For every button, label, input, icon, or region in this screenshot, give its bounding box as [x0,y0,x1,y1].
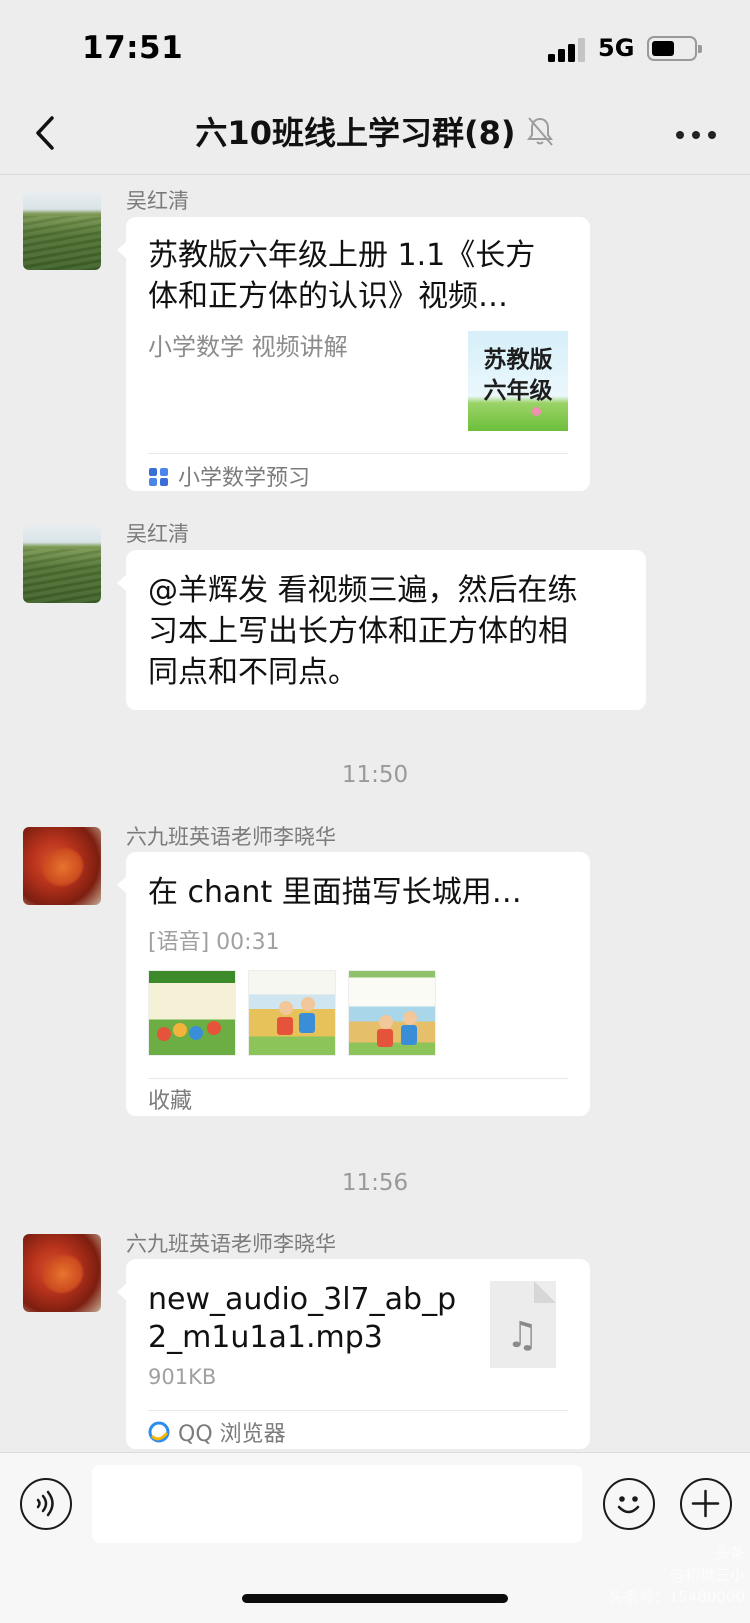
card-footer: 收藏 [148,1083,192,1115]
card-source: 小学数学预习 [148,460,310,492]
sender-name: 吴红清 [126,189,189,213]
mini-program-icon [149,468,168,486]
sender-name: 六九班英语老师李晓华 [126,825,336,849]
sender-name: 六九班英语老师李晓华 [126,1232,336,1256]
nav-title-wrap: 六10班线上学习群(8) [0,108,750,154]
avatar[interactable] [23,1234,101,1312]
textbook-image-3[interactable] [348,970,436,1056]
network-type: 5G [598,34,635,62]
audio-file-icon: ♫ [490,1281,556,1368]
watermark-line1: 头条 [714,1544,745,1562]
plus-icon [691,1489,720,1518]
qq-browser-icon [148,1421,170,1443]
message-text-line3: 同点和不同点。 [148,655,358,690]
voice-input-button[interactable] [20,1478,72,1530]
message-text-line2: 习本上写出长方体和正方体的相 [148,614,568,649]
thumb-text-line1: 苏教版 [483,347,553,373]
status-bar: 17:51 5G [0,0,750,90]
sender-name: 吴红清 [126,522,189,546]
voice-icon [36,1490,54,1517]
avatar[interactable] [23,525,101,603]
flower-icon [532,407,541,416]
avatar[interactable] [23,827,101,905]
file-source-label: QQ 浏览器 [178,1422,286,1447]
card-title-line1: 苏教版六年级上册 1.1《长方 [148,238,536,273]
timestamp: 11:50 [341,762,409,788]
chat-title: 六10班线上学习群(8) [195,114,516,152]
emoji-button[interactable] [603,1478,655,1530]
card-divider [148,1410,568,1411]
file-name-line1: new_audio_3l7_ab_p [148,1282,457,1317]
battery-icon [647,36,702,61]
status-time: 17:51 [82,30,184,66]
nav-bar: 六10班线上学习群(8) [0,90,750,175]
card-subtitle: 小学数学 视频讲解 [148,333,348,361]
card-title: 在 chant 里面描写长城用… [148,875,522,910]
timestamp: 11:56 [341,1170,409,1196]
thumb-text-line2: 六年级 [483,378,553,404]
watermark: 头条 @初樊三小 头条号：15480000 [605,1542,745,1608]
textbook-image-1[interactable] [148,970,236,1056]
voice-label: [语音] 00:31 [148,930,280,955]
file-source: QQ 浏览器 [148,1416,286,1448]
card-divider [148,453,568,454]
card-source-label: 小学数学预习 [178,466,311,491]
message-input[interactable] [92,1465,582,1543]
file-name-line2: 2_m1u1a1.mp3 [148,1320,383,1355]
file-size: 901KB [148,1365,217,1389]
smiley-icon [617,1496,640,1514]
card-divider [148,1078,568,1079]
mute-bell-icon [526,117,553,146]
textbook-image-2[interactable] [248,970,336,1056]
message-text-line1: @羊辉发 看视频三遍，然后在练 [148,573,578,608]
home-indicator [242,1594,508,1603]
book-cover-thumbnail: 苏教版 六年级 [468,331,568,431]
signal-icon [548,38,588,62]
watermark-line3: 头条号：15480000 [608,1588,745,1606]
card-footer-label: 收藏 [148,1089,193,1114]
watermark-line2: @初樊三小 [669,1566,745,1584]
avatar[interactable] [23,192,101,270]
more-options-button[interactable] [676,120,720,150]
text-message-bubble[interactable]: @羊辉发 看视频三遍，然后在练 习本上写出长方体和正方体的相 同点和不同点。 [117,550,646,710]
card-title-line2: 体和正方体的认识》视频… [148,279,508,314]
more-functions-button[interactable] [680,1478,732,1530]
